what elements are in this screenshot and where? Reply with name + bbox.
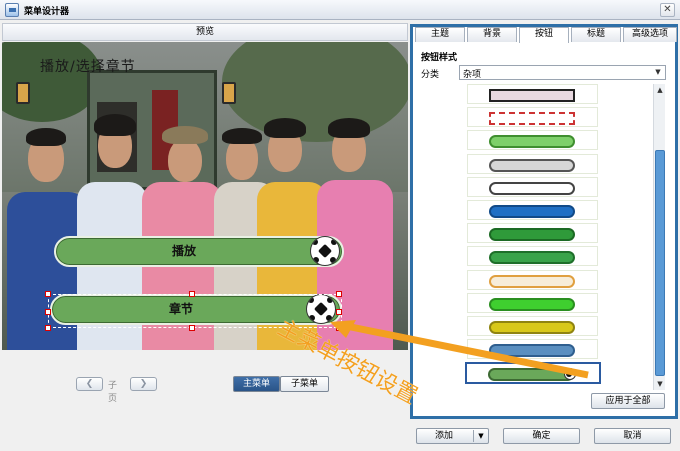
resize-handle[interactable] bbox=[189, 325, 195, 331]
button-style-swatch bbox=[489, 205, 575, 218]
resize-handle[interactable] bbox=[45, 291, 51, 297]
close-button[interactable]: ✕ bbox=[660, 3, 675, 17]
button-style-option[interactable] bbox=[467, 292, 598, 313]
soccer-ball-icon bbox=[310, 236, 340, 266]
scroll-thumb[interactable] bbox=[655, 150, 665, 376]
add-label: 添加 bbox=[435, 431, 454, 441]
button-style-option[interactable] bbox=[467, 269, 598, 290]
button-style-option[interactable] bbox=[467, 107, 598, 128]
scroll-down-icon[interactable]: ▼ bbox=[654, 378, 666, 390]
lamp-icon bbox=[222, 82, 236, 104]
button-style-swatch bbox=[489, 297, 575, 311]
tab-advanced[interactable]: 高级选项 bbox=[623, 27, 677, 42]
button-style-swatch bbox=[489, 251, 575, 265]
button-style-swatch bbox=[489, 158, 575, 172]
chevron-right-icon: ❯ bbox=[139, 379, 148, 389]
apply-all-button[interactable]: 应用于全部 bbox=[591, 393, 665, 409]
prev-page-button[interactable]: ❮ bbox=[76, 377, 103, 391]
button-style-swatch bbox=[489, 274, 575, 288]
button-style-swatch bbox=[489, 89, 575, 102]
resize-handle[interactable] bbox=[45, 309, 51, 315]
ok-button[interactable]: 确定 bbox=[503, 428, 580, 444]
tab-buttons[interactable]: 按钮 bbox=[519, 27, 569, 43]
button-style-option[interactable] bbox=[467, 223, 598, 244]
title-bar: 菜单设计器 ✕ bbox=[0, 0, 680, 20]
scroll-up-icon[interactable]: ▲ bbox=[654, 84, 666, 96]
tab-theme[interactable]: 主题 bbox=[415, 27, 465, 42]
resize-handle[interactable] bbox=[189, 291, 195, 297]
button-style-swatch bbox=[489, 112, 575, 126]
resize-handle[interactable] bbox=[336, 309, 342, 315]
window-title: 菜单设计器 bbox=[24, 7, 70, 17]
button-style-swatch bbox=[489, 135, 575, 149]
lamp-icon bbox=[16, 82, 30, 104]
chevron-left-icon: ❮ bbox=[85, 379, 94, 389]
button-style-option[interactable] bbox=[467, 200, 598, 220]
preview-play-label: 播放 bbox=[171, 244, 196, 258]
chevron-down-icon: ▼ bbox=[655, 68, 661, 76]
main-menu-toggle[interactable]: 主菜单 bbox=[233, 376, 280, 392]
resize-handle[interactable] bbox=[336, 291, 342, 297]
category-select[interactable]: 杂项 ▼ bbox=[459, 65, 666, 80]
button-style-swatch bbox=[489, 228, 575, 242]
cancel-button[interactable]: 取消 bbox=[594, 428, 671, 444]
settings-tabs: 主题 背景 按钮 标题 高级选项 bbox=[415, 27, 677, 43]
button-style-option[interactable] bbox=[467, 153, 598, 174]
button-style-swatch bbox=[489, 181, 575, 195]
button-style-option[interactable] bbox=[467, 84, 598, 104]
preview-header: 预览 bbox=[2, 23, 408, 41]
preview-play-button[interactable]: 播放 bbox=[54, 236, 344, 267]
chevron-down-icon[interactable]: ▼ bbox=[474, 429, 488, 443]
preview-canvas[interactable]: 播放/选择章节 播放 章节 bbox=[2, 42, 408, 350]
button-style-option[interactable] bbox=[467, 176, 598, 197]
app-icon bbox=[5, 3, 19, 17]
next-page-button[interactable]: ❯ bbox=[130, 377, 157, 391]
category-value: 杂项 bbox=[463, 70, 482, 80]
button-style-option[interactable] bbox=[467, 130, 598, 151]
resize-handle[interactable] bbox=[45, 325, 51, 331]
sub-menu-toggle[interactable]: 子菜单 bbox=[280, 376, 329, 392]
tab-background[interactable]: 背景 bbox=[467, 27, 517, 42]
category-label: 分类 bbox=[421, 70, 440, 80]
subpage-label: 子页 bbox=[108, 381, 118, 404]
style-list-scrollbar[interactable]: ▲ ▼ bbox=[653, 84, 665, 390]
preview-overlay-text: 播放/选择章节 bbox=[40, 59, 136, 75]
button-style-heading: 按钮样式 bbox=[421, 53, 458, 63]
add-button[interactable]: 添加 ▼ bbox=[416, 428, 489, 444]
close-icon: ✕ bbox=[663, 4, 672, 15]
tab-title[interactable]: 标题 bbox=[571, 27, 621, 42]
button-style-option[interactable] bbox=[467, 246, 598, 267]
